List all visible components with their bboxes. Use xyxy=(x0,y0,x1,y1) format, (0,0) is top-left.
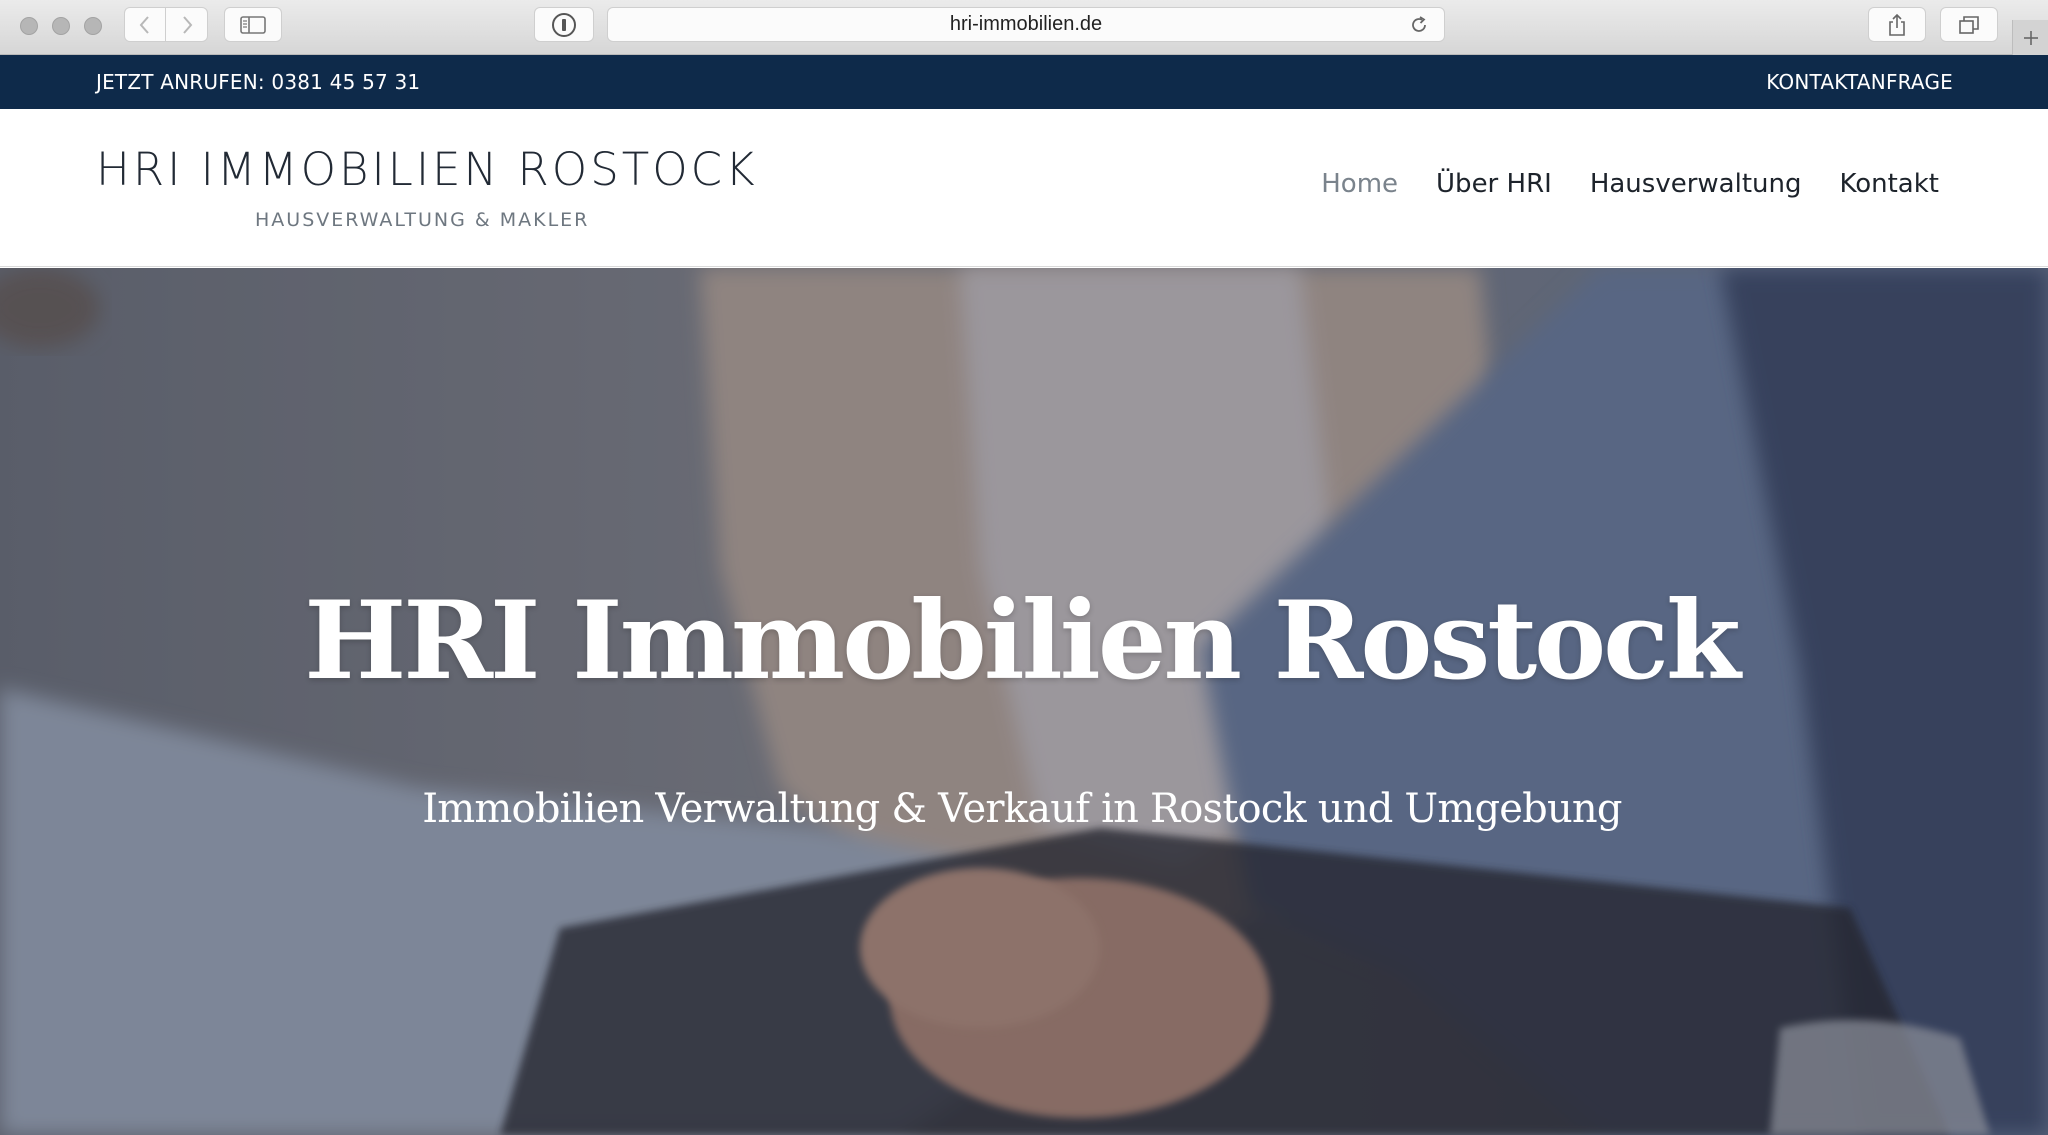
new-tab-button[interactable] xyxy=(2012,20,2048,55)
window-zoom-button[interactable] xyxy=(84,17,102,35)
plus-icon xyxy=(2023,30,2038,45)
site-logo-subtitle: HAUSVERWALTUNG & MAKLER xyxy=(255,209,590,231)
key-icon xyxy=(552,12,576,37)
top-info-bar: JETZT ANRUFEN: 0381 45 57 31 KONTAKTANFR… xyxy=(0,55,2048,109)
hero-section: HRI Immobilien Rostock Immobilien Verwal… xyxy=(0,268,2048,1135)
chevron-left-icon xyxy=(139,15,149,34)
nav-item-home[interactable]: Home xyxy=(1321,169,1398,199)
password-button[interactable] xyxy=(534,7,594,42)
contact-request-link[interactable]: KONTAKTANFRAGE xyxy=(1766,70,1953,94)
site-header: HRI IMMOBILIEN ROSTOCK HAUSVERWALTUNG & … xyxy=(0,109,2048,267)
tabs-icon xyxy=(1959,15,1979,34)
sidebar-toggle-button[interactable] xyxy=(224,7,282,42)
browser-toolbar: hri-immobilien.de xyxy=(0,0,2048,55)
chevron-right-icon xyxy=(182,15,192,34)
nav-item-hausverwaltung[interactable]: Hausverwaltung xyxy=(1590,169,1802,199)
address-bar[interactable]: hri-immobilien.de xyxy=(607,7,1445,42)
call-now-link[interactable]: JETZT ANRUFEN: 0381 45 57 31 xyxy=(96,70,420,94)
hero-subtitle: Immobilien Verwaltung & Verkauf in Rosto… xyxy=(422,786,1622,832)
share-icon xyxy=(1889,13,1905,36)
sidebar-icon xyxy=(240,15,266,34)
main-navigation: Home Über HRI Hausverwaltung Kontakt xyxy=(1321,169,1939,199)
show-tabs-button[interactable] xyxy=(1940,7,1998,42)
window-close-button[interactable] xyxy=(20,17,38,35)
window-minimize-button[interactable] xyxy=(52,17,70,35)
reload-icon[interactable] xyxy=(1408,14,1430,36)
share-button[interactable] xyxy=(1868,7,1926,42)
site-logo-title[interactable]: HRI IMMOBILIEN ROSTOCK xyxy=(96,143,758,196)
nav-item-kontakt[interactable]: Kontakt xyxy=(1839,169,1939,199)
nav-item-ueber-hri[interactable]: Über HRI xyxy=(1436,169,1552,199)
back-button[interactable] xyxy=(124,7,166,42)
url-text: hri-immobilien.de xyxy=(949,13,1103,35)
hero-title: HRI Immobilien Rostock xyxy=(304,578,1741,704)
forward-button[interactable] xyxy=(166,7,208,42)
